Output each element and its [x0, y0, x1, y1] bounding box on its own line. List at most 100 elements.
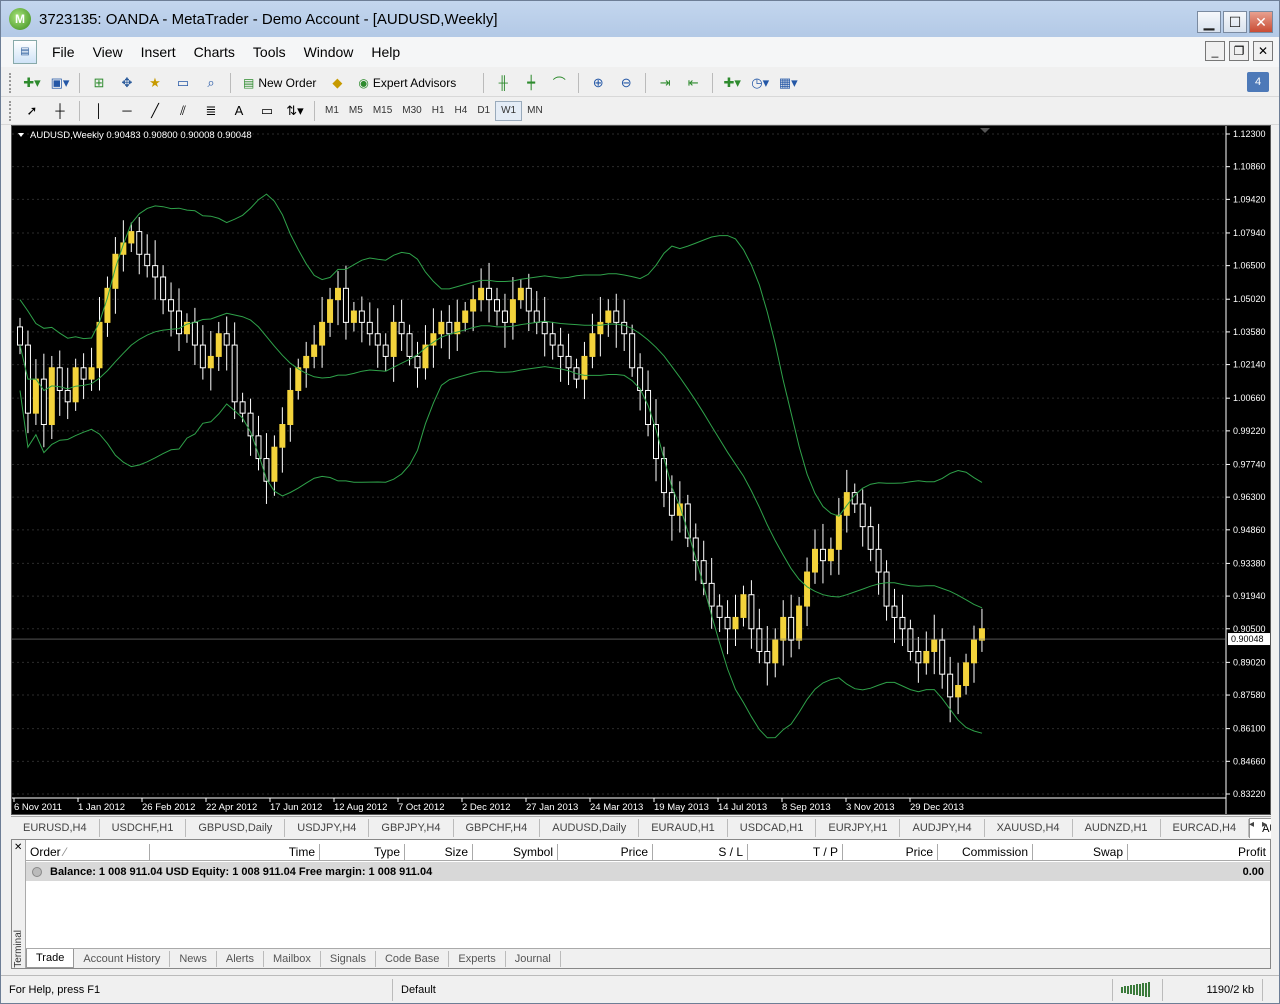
menu-file[interactable]: File	[43, 44, 84, 60]
chart-tab[interactable]: EURCAD,H4	[1161, 818, 1250, 837]
fibonacci-icon[interactable]: ≣	[200, 100, 222, 122]
terminal-tab[interactable]: Account History	[74, 950, 171, 967]
terminal-icon[interactable]: ▭	[172, 72, 194, 94]
terminal-tab[interactable]: Trade	[26, 949, 75, 968]
col-symbol[interactable]: Symbol	[473, 844, 558, 861]
text-label-icon[interactable]: ▭	[256, 100, 278, 122]
menu-view[interactable]: View	[84, 44, 132, 60]
messages-badge[interactable]: 4	[1247, 72, 1269, 92]
price-chart[interactable]: 1.12300 1.10860 1.09420 1.07940 1.06500 1.050…	[11, 125, 1271, 815]
chart-shift-icon[interactable]: ⇤	[682, 72, 704, 94]
cursor-icon[interactable]: ➚	[21, 100, 43, 122]
terminal-tab[interactable]: Alerts	[217, 950, 264, 967]
timeframe-m15-button[interactable]: M15	[368, 101, 397, 121]
terminal-close-icon[interactable]: ✕	[14, 842, 22, 853]
zoom-out-icon[interactable]: ⊖	[615, 72, 637, 94]
bar-chart-icon[interactable]: ╫	[492, 72, 514, 94]
terminal-tab[interactable]: News	[170, 950, 217, 967]
maximize-button[interactable]: ☐	[1223, 11, 1247, 33]
chart-tab[interactable]: EURJPY,H1	[816, 818, 901, 837]
terminal-tab[interactable]: Experts	[449, 950, 506, 967]
minimize-button[interactable]: ▁	[1197, 11, 1221, 33]
timeframe-h1-button[interactable]: H1	[427, 101, 450, 121]
menu-help[interactable]: Help	[362, 44, 409, 60]
chart-tab[interactable]: AUDNZD,H1	[1073, 818, 1161, 837]
title-bar[interactable]: M 3723135: OANDA - MetaTrader - Demo Acc…	[1, 1, 1279, 37]
timeframe-w1-button[interactable]: W1	[495, 100, 523, 121]
col-order[interactable]: Order ⁄	[26, 844, 150, 861]
terminal-tab[interactable]: Journal	[506, 950, 561, 967]
timeframe-m5-button[interactable]: M5	[344, 101, 368, 121]
connection-status-icon[interactable]	[1113, 978, 1163, 1001]
menu-tools[interactable]: Tools	[244, 44, 295, 60]
chart-tab[interactable]: GBPCHF,H4	[454, 818, 541, 837]
scroll-right-icon[interactable]: ▸	[1262, 819, 1267, 830]
zoom-in-icon[interactable]: ⊕	[587, 72, 609, 94]
chart-tab[interactable]: GBPJPY,H4	[369, 818, 454, 837]
close-button[interactable]: ✕	[1249, 11, 1273, 33]
trendline-icon[interactable]: ╱	[144, 100, 166, 122]
toolbar-grip[interactable]	[9, 100, 12, 121]
terminal-tab[interactable]: Code Base	[376, 950, 450, 967]
col-type[interactable]: Type	[320, 844, 405, 861]
col-current-price[interactable]: Price	[843, 844, 938, 861]
market-watch-icon[interactable]: ⊞	[88, 72, 110, 94]
new-order-button[interactable]: ▤ New Order	[239, 72, 320, 94]
chart-tab[interactable]: AUDUSD,Daily	[540, 818, 640, 837]
timeframe-m1-button[interactable]: M1	[320, 101, 344, 121]
vertical-line-icon[interactable]: │	[88, 100, 110, 122]
chart-canvas[interactable]: 1.12300 1.10860 1.09420 1.07940 1.06500 1.050…	[12, 126, 1270, 814]
col-swap[interactable]: Swap	[1033, 844, 1128, 861]
timeframe-d1-button[interactable]: D1	[472, 101, 495, 121]
timeframe-mn-button[interactable]: MN	[522, 101, 548, 121]
horizontal-line-icon[interactable]: ─	[116, 100, 138, 122]
candlestick-icon[interactable]: ┿	[520, 72, 542, 94]
col-commission[interactable]: Commission	[938, 844, 1033, 861]
col-sl[interactable]: S / L	[653, 844, 748, 861]
mdi-minimize-button[interactable]: _	[1205, 41, 1225, 61]
chart-tab[interactable]: GBPUSD,Daily	[186, 818, 286, 837]
chart-tab[interactable]: USDCAD,H1	[728, 818, 817, 837]
data-window-icon[interactable]: ✥	[116, 72, 138, 94]
chart-tab[interactable]: USDCHF,H1	[100, 818, 187, 837]
strategy-tester-icon[interactable]: ⌕	[200, 72, 222, 94]
col-time[interactable]: Time	[150, 844, 320, 861]
col-price[interactable]: Price	[558, 844, 653, 861]
scroll-left-icon[interactable]: ◂	[1249, 819, 1254, 830]
mdi-close-button[interactable]: ✕	[1253, 41, 1273, 61]
chart-window-icon[interactable]: ▤	[13, 40, 37, 64]
line-chart-icon[interactable]: ⌒	[548, 72, 570, 94]
text-icon[interactable]: A	[228, 100, 250, 122]
auto-scroll-icon[interactable]: ⇥	[654, 72, 676, 94]
expert-advisors-button[interactable]: ◉ Expert Advisors	[354, 72, 460, 94]
menu-charts[interactable]: Charts	[185, 44, 244, 60]
menu-insert[interactable]: Insert	[132, 44, 185, 60]
templates-icon[interactable]: ▦▾	[777, 72, 799, 94]
chart-tab[interactable]: XAUUSD,H4	[985, 818, 1073, 837]
col-tp[interactable]: T / P	[748, 844, 843, 861]
terminal-tab[interactable]: Mailbox	[264, 950, 321, 967]
chart-tab[interactable]: EURUSD,H4	[11, 818, 100, 837]
crosshair-icon[interactable]: ┼	[49, 100, 71, 122]
col-size[interactable]: Size	[405, 844, 473, 861]
col-profit[interactable]: Profit	[1128, 844, 1270, 861]
timeframe-m30-button[interactable]: M30	[397, 101, 426, 121]
arrows-icon[interactable]: ⇅▾	[284, 100, 306, 122]
metaeditor-icon[interactable]: ◆	[326, 72, 348, 94]
tab-scroll-arrows[interactable]: ◂ ▸	[1249, 819, 1267, 830]
chart-tab[interactable]: EURAUD,H1	[639, 818, 728, 837]
navigator-icon[interactable]: ★	[144, 72, 166, 94]
toolbar-grip[interactable]	[9, 72, 12, 93]
mdi-restore-button[interactable]: ❐	[1229, 41, 1249, 61]
menu-window[interactable]: Window	[295, 44, 363, 60]
chart-tab[interactable]: USDJPY,H4	[285, 818, 370, 837]
new-chart-icon[interactable]: ✚▾	[21, 72, 43, 94]
chart-tab[interactable]: AUDJPY,H4	[900, 818, 985, 837]
terminal-tab[interactable]: Signals	[321, 950, 376, 967]
periods-icon[interactable]: ◷▾	[749, 72, 771, 94]
indicators-icon[interactable]: ✚▾	[721, 72, 743, 94]
profiles-icon[interactable]: ▣▾	[49, 72, 71, 94]
balance-row[interactable]: Balance: 1 008 911.04 USD Equity: 1 008 …	[26, 862, 1270, 881]
equidistant-channel-icon[interactable]: ⫽	[172, 100, 194, 122]
timeframe-h4-button[interactable]: H4	[450, 101, 473, 121]
